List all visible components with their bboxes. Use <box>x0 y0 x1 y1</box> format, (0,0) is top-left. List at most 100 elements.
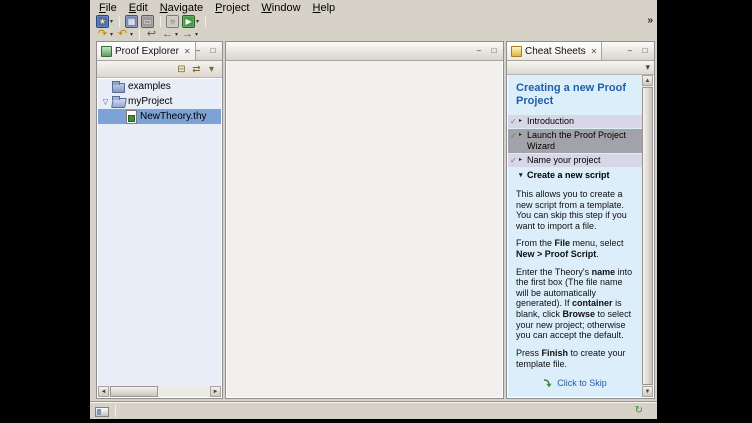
cheat-sheet-title: Creating a new Proof Project <box>508 75 642 110</box>
step-label: Launch the Proof Project Wizard <box>527 130 640 152</box>
horizontal-scrollbar[interactable]: ◄ ► <box>98 386 221 397</box>
proof-explorer-panel: Proof Explorer ✕ – □ ⊟⇄▾ examples▽myProj… <box>96 41 223 399</box>
folder-icon <box>111 80 126 93</box>
chevron-down-icon: ▾ <box>519 170 527 181</box>
editor-area[interactable] <box>227 61 502 397</box>
menu-window[interactable]: Window <box>255 1 306 15</box>
menu-help[interactable]: Help <box>307 1 342 15</box>
back-button[interactable]: ←▾ <box>160 28 179 41</box>
search-button[interactable]: ○ <box>165 15 180 28</box>
skip-link[interactable]: Click to Skip <box>508 378 642 388</box>
step-name-your-project[interactable]: ✓▸Name your project <box>508 154 642 167</box>
step-label: Create a new script <box>527 170 640 181</box>
last-edit-location-icon: ↩ <box>145 28 158 41</box>
check-icon: ✓ <box>510 130 519 141</box>
cheat-paragraph: Enter the Theory's name into the first b… <box>508 267 642 341</box>
chevron-right-icon: ▸ <box>519 116 527 127</box>
dropdown-arrow-icon: ▾ <box>130 31 133 38</box>
cheat-sheets-header: Cheat Sheets ✕ – □ <box>507 42 654 61</box>
toolbar-separator <box>160 16 161 27</box>
step-create-a-new-script[interactable]: ▾Create a new script <box>508 169 642 182</box>
tree-item-examples[interactable]: examples <box>98 79 221 94</box>
dropdown-arrow-icon: ▾ <box>195 31 198 38</box>
panel-window-buttons: – □ <box>623 45 652 57</box>
save-icon: ▦ <box>125 15 138 28</box>
cheat-steps: ✓▸Introduction✓▸Launch the Proof Project… <box>508 115 642 182</box>
panel-window-buttons: – □ <box>191 45 220 57</box>
scroll-up-icon[interactable]: ▲ <box>642 75 653 86</box>
close-icon[interactable]: ✕ <box>184 47 191 56</box>
print-icon: ▭ <box>141 15 154 28</box>
menu-file[interactable]: File <box>93 1 123 15</box>
toolbar-separator <box>119 16 120 27</box>
progress-icon[interactable]: ↻ <box>635 405 643 416</box>
menu-edit[interactable]: Edit <box>123 1 154 15</box>
run-icon: ▶ <box>182 15 195 28</box>
cheat-sheets-menubar: ▾ <box>507 61 654 75</box>
scroll-left-icon[interactable]: ◄ <box>98 386 109 397</box>
scrollbar-track[interactable] <box>159 386 210 397</box>
forward-icon: → <box>181 28 194 41</box>
dropdown-arrow-icon: ▾ <box>196 18 199 25</box>
maximize-button[interactable]: □ <box>487 45 501 57</box>
tab-label: Cheat Sheets <box>525 46 586 57</box>
proof-explorer-icon <box>101 46 112 57</box>
step-launch-the-proof-project-wizard[interactable]: ✓▸Launch the Proof Project Wizard <box>508 129 642 153</box>
menu-bar: FileEditNavigateProjectWindowHelp <box>90 0 657 15</box>
link-with-editor-button[interactable]: ⇄ <box>189 64 204 75</box>
print-button[interactable]: ▭ <box>140 15 155 28</box>
tree-expander-icon[interactable]: ▽ <box>100 98 111 106</box>
tree-item-label: NewTheory.thy <box>138 111 210 122</box>
view-menu-button[interactable]: ▾ <box>204 64 219 75</box>
scrollbar-thumb[interactable] <box>110 386 158 397</box>
view-menu-button[interactable]: ▾ <box>645 62 650 73</box>
tree-item-newtheory-thy[interactable]: NewTheory.thy <box>98 109 221 124</box>
main-toolbar-row2: ↷▾↶▾↩←▾→▾ <box>90 28 657 41</box>
menu-project[interactable]: Project <box>209 1 255 15</box>
search-icon: ○ <box>166 15 179 28</box>
minimize-button[interactable]: – <box>623 45 637 57</box>
previous-annotation-icon: ↶ <box>116 28 129 41</box>
maximize-button[interactable]: □ <box>638 45 652 57</box>
cheat-body: This allows you to create a new script f… <box>508 189 642 369</box>
skip-arrow-icon <box>543 378 553 388</box>
minimize-button[interactable]: – <box>191 45 205 57</box>
minimize-button[interactable]: – <box>472 45 486 57</box>
scrollbar-thumb[interactable] <box>642 87 653 385</box>
next-annotation-button[interactable]: ↷▾ <box>95 28 114 41</box>
status-separator <box>115 405 116 417</box>
theory-file-icon <box>123 110 138 123</box>
tab-label: Proof Explorer <box>115 46 179 57</box>
fast-view-button[interactable] <box>95 407 109 417</box>
forward-button[interactable]: →▾ <box>180 28 199 41</box>
collapse-all-button[interactable]: ⊟ <box>174 64 189 75</box>
proof-explorer-tree: examples▽myProject NewTheory.thy <box>98 79 221 386</box>
new-wizard-button[interactable]: ★▾ <box>95 15 114 28</box>
editor-panel: – □ <box>225 41 504 399</box>
run-button[interactable]: ▶▾ <box>181 15 200 28</box>
maximize-button[interactable]: □ <box>206 45 220 57</box>
step-introduction[interactable]: ✓▸Introduction <box>508 115 642 128</box>
scroll-right-icon[interactable]: ► <box>210 386 221 397</box>
panel-window-buttons: – □ <box>472 45 501 57</box>
tab-cheat-sheets[interactable]: Cheat Sheets ✕ <box>507 42 602 60</box>
status-bar: ↻ <box>90 402 657 419</box>
cheat-paragraph: This allows you to create a new script f… <box>508 189 642 231</box>
last-edit-location-button[interactable]: ↩ <box>144 28 159 41</box>
check-icon: ✓ <box>510 116 519 127</box>
tab-proof-explorer[interactable]: Proof Explorer ✕ <box>97 42 196 60</box>
proof-explorer-toolbar: ⊟⇄▾ <box>97 61 222 78</box>
previous-annotation-button[interactable]: ↶▾ <box>115 28 134 41</box>
save-button[interactable]: ▦ <box>124 15 139 28</box>
cheat-sheets-icon <box>511 46 522 57</box>
main-toolbar-row1: » ★▾ ▦▭ ○▶▾ <box>90 15 657 28</box>
tree-item-myproject[interactable]: ▽myProject <box>98 94 221 109</box>
vertical-scrollbar[interactable]: ▲ ▼ <box>642 75 653 397</box>
scroll-down-icon[interactable]: ▼ <box>642 386 653 397</box>
next-annotation-icon: ↷ <box>96 28 109 41</box>
close-icon[interactable]: ✕ <box>591 47 598 56</box>
back-icon: ← <box>161 28 174 41</box>
menu-navigate[interactable]: Navigate <box>154 1 209 15</box>
app-window: FileEditNavigateProjectWindowHelp » ★▾ ▦▭… <box>90 0 657 419</box>
toolbar-overflow-chevron[interactable]: » <box>647 15 652 26</box>
